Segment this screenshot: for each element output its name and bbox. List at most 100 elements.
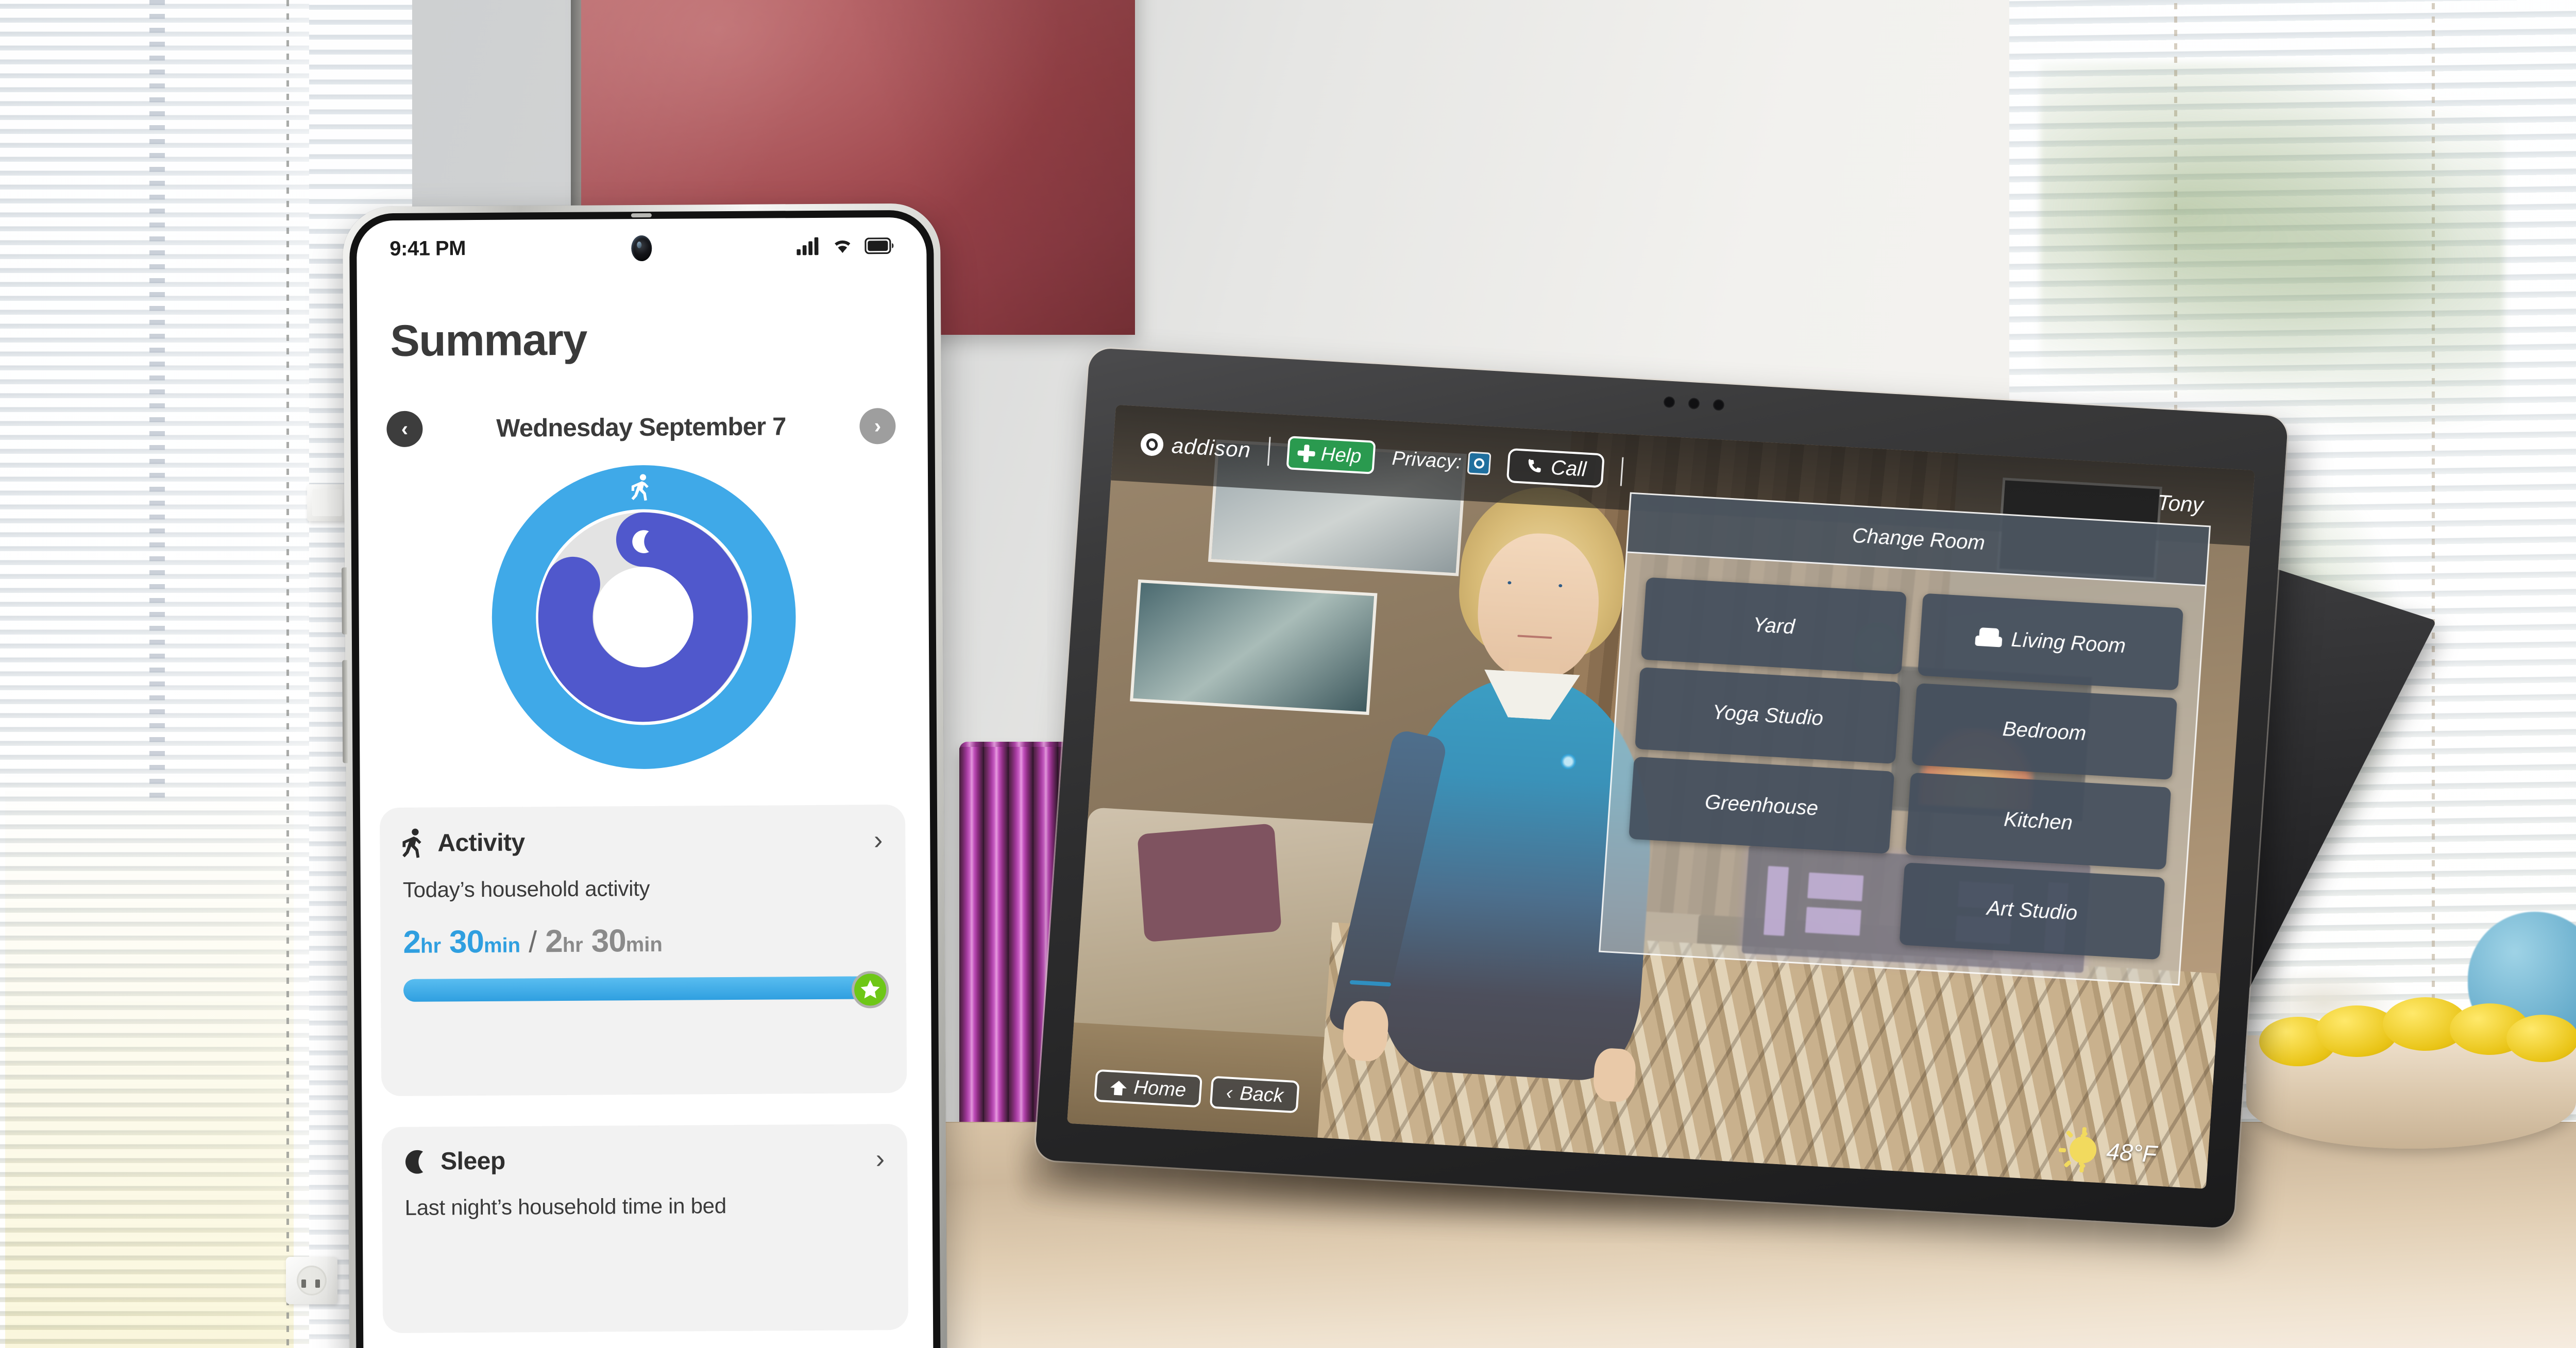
activity-goal-minutes-unit: min [625, 933, 663, 957]
room-label: Yard [1752, 613, 1796, 638]
cellular-signal-icon [796, 237, 819, 255]
activity-goal-hours: 2 [545, 923, 563, 960]
activity-goal-hours-unit: hr [562, 933, 583, 957]
room-button-yard[interactable]: Yard [1640, 577, 1907, 675]
avatar-hand-left [1341, 1000, 1390, 1062]
moon-icon [405, 1150, 423, 1174]
walking-person-icon [402, 828, 421, 858]
activity-minutes: 30 [449, 924, 484, 960]
activity-sleep-rings-chart[interactable] [486, 459, 802, 775]
page-title: Summary [390, 315, 587, 366]
phone-screen: 9:41 PM Summary ‹ Wednesday September 7 … [356, 217, 934, 1348]
activity-subtitle: Today’s household activity [402, 876, 650, 902]
help-button[interactable]: Help [1286, 436, 1376, 474]
sleep-card-header: Sleep › [382, 1124, 908, 1176]
room-button-bedroom[interactable]: Bedroom [1911, 683, 2178, 780]
activity-title: Activity [437, 828, 525, 857]
wifi-icon [835, 240, 851, 253]
activity-metric: 2 hr 30 min / 2 hr 30 min [380, 899, 906, 961]
sleep-chevron-right-icon[interactable]: › [876, 1144, 885, 1174]
room-label: Yoga Studio [1711, 701, 1824, 730]
star-icon [860, 980, 880, 999]
activity-separator: / [528, 925, 537, 959]
virtual-artwork-left [1130, 579, 1378, 715]
power-outlet [286, 1257, 337, 1304]
room-button-kitchen[interactable]: Kitchen [1905, 773, 2172, 870]
outdoor-foliage [2040, 62, 2504, 433]
outlet-hole-left [301, 1279, 306, 1288]
activity-hours-unit: hr [420, 934, 442, 958]
top-bar-divider [1267, 437, 1271, 466]
privacy-eye-icon [1467, 451, 1492, 476]
activity-goal-minutes: 30 [591, 923, 626, 959]
change-room-grid: Yard Living Room Yoga Studio Bedroom Gre… [1601, 553, 2206, 984]
activity-progress-track [403, 976, 884, 1002]
room-label: Living Room [2010, 628, 2127, 657]
help-label: Help [1320, 443, 1362, 468]
current-date-label: Wednesday September 7 [496, 413, 786, 442]
activity-progress [381, 958, 907, 1025]
weather-indicator: 48°F [2058, 1127, 2158, 1173]
room-label: Bedroom [2002, 718, 2087, 745]
brand-name: addison [1171, 433, 1252, 463]
privacy-indicator[interactable]: Privacy: [1391, 447, 1492, 476]
room-button-art-studio[interactable]: Art Studio [1899, 862, 2165, 960]
front-camera [631, 235, 652, 262]
user-name: Tony [2156, 490, 2205, 517]
activity-hours: 2 [403, 924, 421, 960]
power-button[interactable] [342, 660, 348, 763]
sleep-title: Sleep [440, 1147, 505, 1175]
chevron-left-icon: ‹ [1225, 1082, 1233, 1104]
room-button-yoga-studio[interactable]: Yoga Studio [1634, 667, 1901, 764]
avatar-hand-right [1592, 1047, 1637, 1103]
addison-tablet: addison Help Privacy: Call Tony Change R… [1035, 347, 2289, 1229]
addison-brand: addison [1140, 432, 1252, 463]
activity-card-header: Activity › [380, 805, 906, 858]
light-switch [307, 484, 347, 521]
plus-icon [1297, 445, 1315, 463]
status-bar-icons [796, 236, 894, 255]
top-bar-divider-2 [1620, 457, 1624, 487]
virtual-sofa-pillow [1137, 823, 1282, 942]
sleep-subtitle: Last night’s household time in bed [404, 1193, 726, 1220]
outlet-hole-right [315, 1279, 320, 1288]
room-scene: addison Help Privacy: Call Tony Change R… [0, 0, 2576, 1348]
window-sunlight-glow [5, 773, 294, 1348]
change-room-panel: Change Room Yard Living Room Yoga Studio… [1599, 492, 2211, 986]
volume-button[interactable] [342, 567, 347, 635]
room-label: Art Studio [1986, 897, 2078, 925]
room-button-greenhouse[interactable]: Greenhouse [1628, 757, 1895, 854]
tablet-screen: addison Help Privacy: Call Tony Change R… [1067, 404, 2255, 1189]
sleep-card[interactable]: Sleep › Last night’s household time in b… [381, 1123, 909, 1334]
room-label: Greenhouse [1704, 790, 1819, 820]
addison-logo-icon [1140, 433, 1164, 457]
room-button-living-room[interactable]: Living Room [1917, 593, 2184, 691]
activity-card[interactable]: Activity › Today’s household activity 2 … [379, 804, 907, 1097]
room-label: Kitchen [2003, 808, 2074, 834]
phone-icon [1529, 459, 1541, 473]
previous-day-button[interactable]: ‹ [386, 411, 423, 448]
battery-icon [865, 237, 894, 254]
earpiece-speaker [631, 213, 652, 218]
lemon [2506, 1015, 2576, 1062]
back-button[interactable]: ‹ Back [1209, 1076, 1300, 1114]
temperature-value: 48°F [2105, 1137, 2158, 1168]
privacy-label: Privacy: [1391, 447, 1463, 473]
blind-cord [149, 0, 165, 804]
back-label: Back [1239, 1083, 1284, 1107]
sofa-icon [1975, 627, 2003, 650]
activity-minutes-unit: min [483, 934, 521, 957]
home-button[interactable]: Home [1093, 1069, 1203, 1108]
activity-chevron-right-icon[interactable]: › [874, 825, 883, 855]
call-label: Call [1550, 456, 1587, 481]
date-navigator: ‹ Wednesday September 7 › [378, 408, 904, 448]
activity-goal-badge [851, 971, 889, 1009]
activity-progress-fill [403, 976, 884, 1002]
home-label: Home [1133, 1077, 1187, 1102]
home-icon [1110, 1078, 1127, 1096]
call-button[interactable]: Call [1506, 448, 1605, 488]
lemons-group [2259, 990, 2576, 1066]
window-frame-divider [286, 0, 289, 1348]
next-day-button[interactable]: › [859, 408, 896, 445]
sun-icon [2058, 1127, 2097, 1173]
